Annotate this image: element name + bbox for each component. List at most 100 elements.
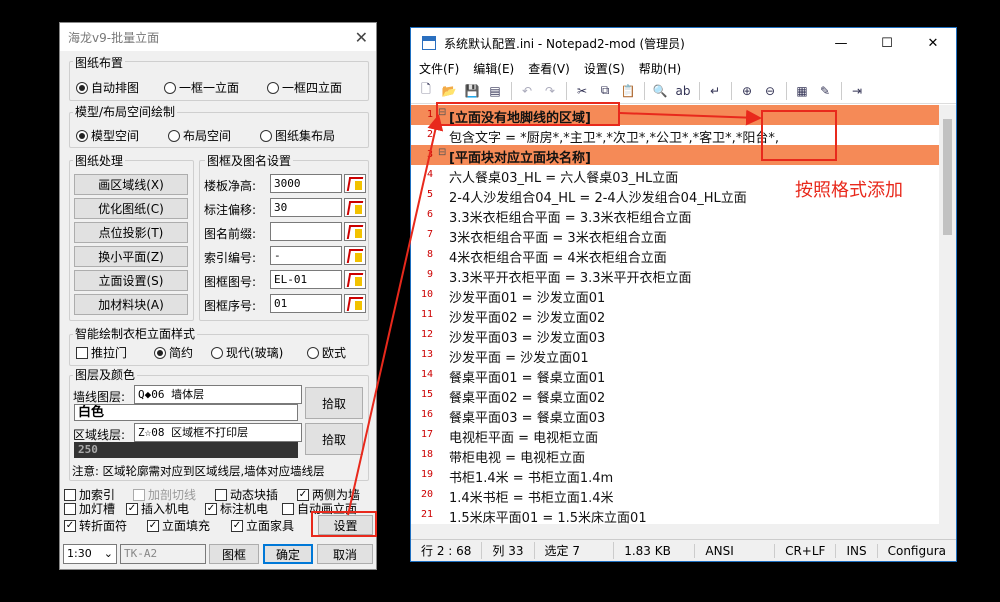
code-line[interactable]: 10 沙发平面01 = 沙发立面01 xyxy=(411,285,941,306)
pick-icon[interactable] xyxy=(344,270,366,289)
horizontal-scrollbar[interactable] xyxy=(411,524,941,540)
save-icon[interactable]: 💾 xyxy=(463,83,481,99)
code-line[interactable]: 7 3米衣柜组合平面 = 3米衣柜组合立面 xyxy=(411,225,941,246)
pick-wall-layer-button[interactable]: 拾取 xyxy=(305,387,363,419)
floor-height-input[interactable]: 3000 xyxy=(270,174,342,193)
customize-icon[interactable]: ✎ xyxy=(816,83,834,99)
code-line[interactable]: 15 餐桌平面02 = 餐桌立面02 xyxy=(411,385,941,406)
radio-label: 自动排图 xyxy=(91,81,140,95)
open-folder-icon[interactable]: 📂 xyxy=(440,83,458,99)
pick-icon[interactable] xyxy=(344,174,366,193)
cut-icon[interactable]: ✂ xyxy=(573,83,591,99)
code-line[interactable]: 13 沙发平面 = 沙发立面01 xyxy=(411,345,941,366)
line-text: 沙发平面01 = 沙发立面01 xyxy=(449,291,606,306)
zoom-in-icon[interactable]: ⊕ xyxy=(738,83,756,99)
frame-seq-input[interactable]: 01 xyxy=(270,294,342,313)
scroll-thumb[interactable] xyxy=(943,119,952,235)
radio-one-frame-one[interactable]: 一框一立面 xyxy=(164,79,239,96)
radio-sheetset-layout[interactable]: 图纸集布局 xyxy=(260,127,335,144)
elevation-fill-checkbox[interactable]: ✓ 立面填充 xyxy=(147,517,210,534)
close-icon[interactable]: ✕ xyxy=(355,28,368,47)
radio-dot xyxy=(211,346,223,359)
code-line[interactable]: 9 3.3米平开衣柜平面 = 3.3米平开衣柜立面 xyxy=(411,265,941,286)
find-icon[interactable]: 🔍 xyxy=(651,83,669,99)
toolbar: 🗋 📂 💾 ▤ ↶ ↷ ✂ ⧉ 📋 🔍 ab ↵ ⊕ ⊖ ▦ ✎ ⇥ xyxy=(411,78,956,104)
scale-select[interactable]: 1:30 ⌄ xyxy=(63,544,117,564)
pick-icon[interactable] xyxy=(344,246,366,265)
close-icon[interactable]: ✕ xyxy=(910,36,956,51)
menu-file[interactable]: 文件(F) xyxy=(419,60,459,77)
editor-area[interactable]: 1 [立面没有地脚线的区域] ⊟ 2 包含文字 = *厨房*,*主卫*,*次卫*,*公卫… xyxy=(411,105,941,547)
scheme-icon[interactable]: ▦ xyxy=(793,83,811,99)
add-material-block-button[interactable]: 加材料块(A) xyxy=(74,294,188,315)
fold-toggle-icon[interactable]: ⊟ xyxy=(438,147,446,158)
pick-icon[interactable] xyxy=(344,222,366,241)
code-line[interactable]: 17 电视柜平面 = 电视柜立面 xyxy=(411,425,941,446)
pick-icon[interactable] xyxy=(344,294,366,313)
menu-view[interactable]: 查看(V) xyxy=(528,60,570,77)
radio-one-frame-four[interactable]: 一框四立面 xyxy=(267,79,342,96)
replace-icon[interactable]: ab xyxy=(674,83,692,99)
radio-model-space[interactable]: 模型空间 xyxy=(76,127,139,144)
pick-icon[interactable] xyxy=(344,198,366,217)
copy-icon[interactable]: ⧉ xyxy=(596,83,614,99)
code-line[interactable]: 20 1.4米书柜 = 书柜立面1.4米 xyxy=(411,485,941,506)
code-line[interactable]: 19 书柜1.4米 = 书柜立面1.4m xyxy=(411,465,941,486)
minimize-icon[interactable]: — xyxy=(818,36,864,51)
radio-layout-space[interactable]: 布局空间 xyxy=(168,127,231,144)
menu-help[interactable]: 帮助(H) xyxy=(639,60,681,77)
code-line[interactable]: 2 包含文字 = *厨房*,*主卫*,*次卫*,*公卫*,*客卫*,*阳台*, xyxy=(411,125,941,146)
area-layer-input[interactable]: Z☆08 区域框不打印层 xyxy=(134,423,302,442)
optimize-drawing-button[interactable]: 优化图纸(C) xyxy=(74,198,188,219)
menu-edit[interactable]: 编辑(E) xyxy=(473,60,514,77)
swap-small-plan-button[interactable]: 换小平面(Z) xyxy=(74,246,188,267)
undo-icon[interactable]: ↶ xyxy=(518,83,536,99)
frame-drawing-no-input[interactable]: EL-01 xyxy=(270,270,342,289)
ok-button[interactable]: 确定 xyxy=(263,544,313,564)
area-color-swatch[interactable]: 250 xyxy=(74,442,298,458)
code-line[interactable]: 14 餐桌平面01 = 餐桌立面01 xyxy=(411,365,941,386)
browse-icon[interactable]: ▤ xyxy=(486,83,504,99)
radio-modern-glass[interactable]: 现代(玻璃) xyxy=(211,344,283,361)
turn-symbol-checkbox[interactable]: ✓ 转折面符 xyxy=(64,517,127,534)
index-number-input[interactable]: - xyxy=(270,246,342,265)
vertical-scrollbar[interactable] xyxy=(939,105,956,547)
zoom-out-icon[interactable]: ⊖ xyxy=(761,83,779,99)
section-header-line[interactable]: 3 [平面块对应立面块名称] ⊟ xyxy=(411,145,941,166)
pick-area-layer-button[interactable]: 拾取 xyxy=(305,423,363,455)
radio-european[interactable]: 欧式 xyxy=(307,344,346,361)
maximize-icon[interactable]: ☐ xyxy=(864,36,910,51)
insert-mep-checkbox[interactable]: ✓ 插入机电 xyxy=(126,500,189,517)
new-file-icon[interactable]: 🗋 xyxy=(417,82,435,99)
frame-button[interactable]: 图框 xyxy=(209,544,259,564)
dim-offset-input[interactable]: 30 xyxy=(270,198,342,217)
code-line[interactable]: 16 餐桌平面03 = 餐桌立面03 xyxy=(411,405,941,426)
add-light-trough-checkbox[interactable]: 加灯槽 xyxy=(64,500,115,517)
radio-simple[interactable]: 简约 xyxy=(154,344,193,361)
code-line[interactable]: 11 沙发平面02 = 沙发立面02 xyxy=(411,305,941,326)
code-line[interactable]: 21 1.5米床平面01 = 1.5米床立面01 xyxy=(411,505,941,526)
line-number: 12 xyxy=(420,329,433,340)
name-prefix-input[interactable] xyxy=(270,222,342,241)
code-line[interactable]: 6 3.3米衣柜组合平面 = 3.3米衣柜组合立面 xyxy=(411,205,941,226)
draw-area-line-button[interactable]: 画区域线(X) xyxy=(74,174,188,195)
elevation-settings-button[interactable]: 立面设置(S) xyxy=(74,270,188,291)
menu-settings[interactable]: 设置(S) xyxy=(584,60,625,77)
code-line[interactable]: 12 沙发平面03 = 沙发立面03 xyxy=(411,325,941,346)
redo-icon[interactable]: ↷ xyxy=(541,83,559,99)
wall-color-swatch[interactable]: 白色 xyxy=(74,404,298,421)
point-projection-button[interactable]: 点位投影(T) xyxy=(74,222,188,243)
paste-icon[interactable]: 📋 xyxy=(619,83,637,99)
sliding-door-checkbox[interactable]: 推拉门 xyxy=(76,344,127,361)
code-line[interactable]: 8 4米衣柜组合平面 = 4米衣柜组合立面 xyxy=(411,245,941,266)
wall-layer-input[interactable]: Q◆06 墙体层 xyxy=(134,385,302,404)
line-text: 1.4米书柜 = 书柜立面1.4米 xyxy=(449,491,614,506)
word-wrap-icon[interactable]: ↵ xyxy=(706,83,724,99)
cancel-button[interactable]: 取消 xyxy=(317,544,373,564)
radio-auto-layout[interactable]: 自动排图 xyxy=(76,79,139,96)
elevation-furniture-checkbox[interactable]: ✓ 立面家具 xyxy=(231,517,294,534)
code-line[interactable]: 18 带柜电视 = 电视柜立面 xyxy=(411,445,941,466)
frame-name-input[interactable]: TK-A2 xyxy=(120,544,206,564)
exit-icon[interactable]: ⇥ xyxy=(848,83,866,99)
annotate-mep-checkbox[interactable]: ✓ 标注机电 xyxy=(205,500,268,517)
